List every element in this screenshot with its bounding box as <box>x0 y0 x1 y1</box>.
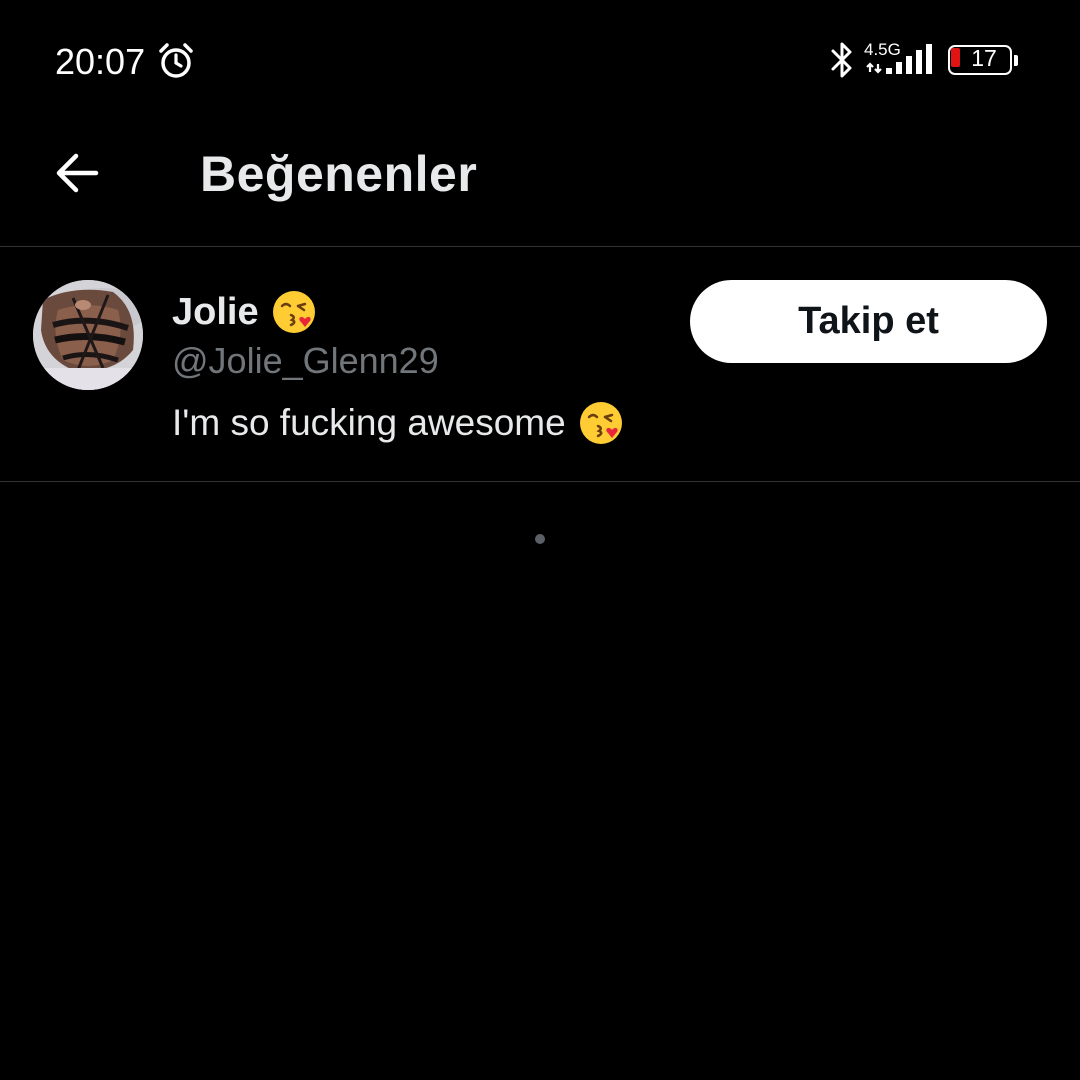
battery-icon: 17 <box>948 45 1020 77</box>
avatar[interactable] <box>33 280 143 390</box>
face-blowing-kiss-icon <box>579 402 622 444</box>
battery-level-fill <box>951 48 960 67</box>
status-time: 20:07 <box>55 41 146 82</box>
arrow-left-icon <box>56 153 99 193</box>
alarm-icon <box>159 43 193 78</box>
bluetooth-icon <box>831 42 852 78</box>
page-title: Beğenenler <box>200 146 478 202</box>
back-button[interactable] <box>44 140 110 206</box>
user-handle[interactable]: @Jolie_Glenn29 <box>172 339 439 383</box>
display-name-text: Jolie <box>172 291 259 333</box>
likes-screen: 20:07 4.5G 17 Beğenenler Jolie @Jolie_Gl… <box>0 0 1080 1080</box>
face-blowing-kiss-icon <box>272 291 315 333</box>
bio-text: I'm so fucking awesome <box>172 402 566 443</box>
user-bio: I'm so fucking awesome <box>172 400 624 446</box>
signal-icon <box>866 44 932 74</box>
battery-level: 17 <box>971 45 997 71</box>
display-name[interactable]: Jolie <box>172 289 317 335</box>
loading-indicator <box>535 534 545 544</box>
user-list-item[interactable]: Jolie @Jolie_Glenn29 I'm so fucking awes… <box>0 247 1080 481</box>
avatar-image <box>33 280 143 390</box>
header: Beğenenler <box>0 120 1080 246</box>
follow-button[interactable]: Takip et <box>690 280 1047 363</box>
status-bar: 20:07 4.5G 17 <box>0 0 1080 120</box>
list-divider <box>0 481 1080 482</box>
